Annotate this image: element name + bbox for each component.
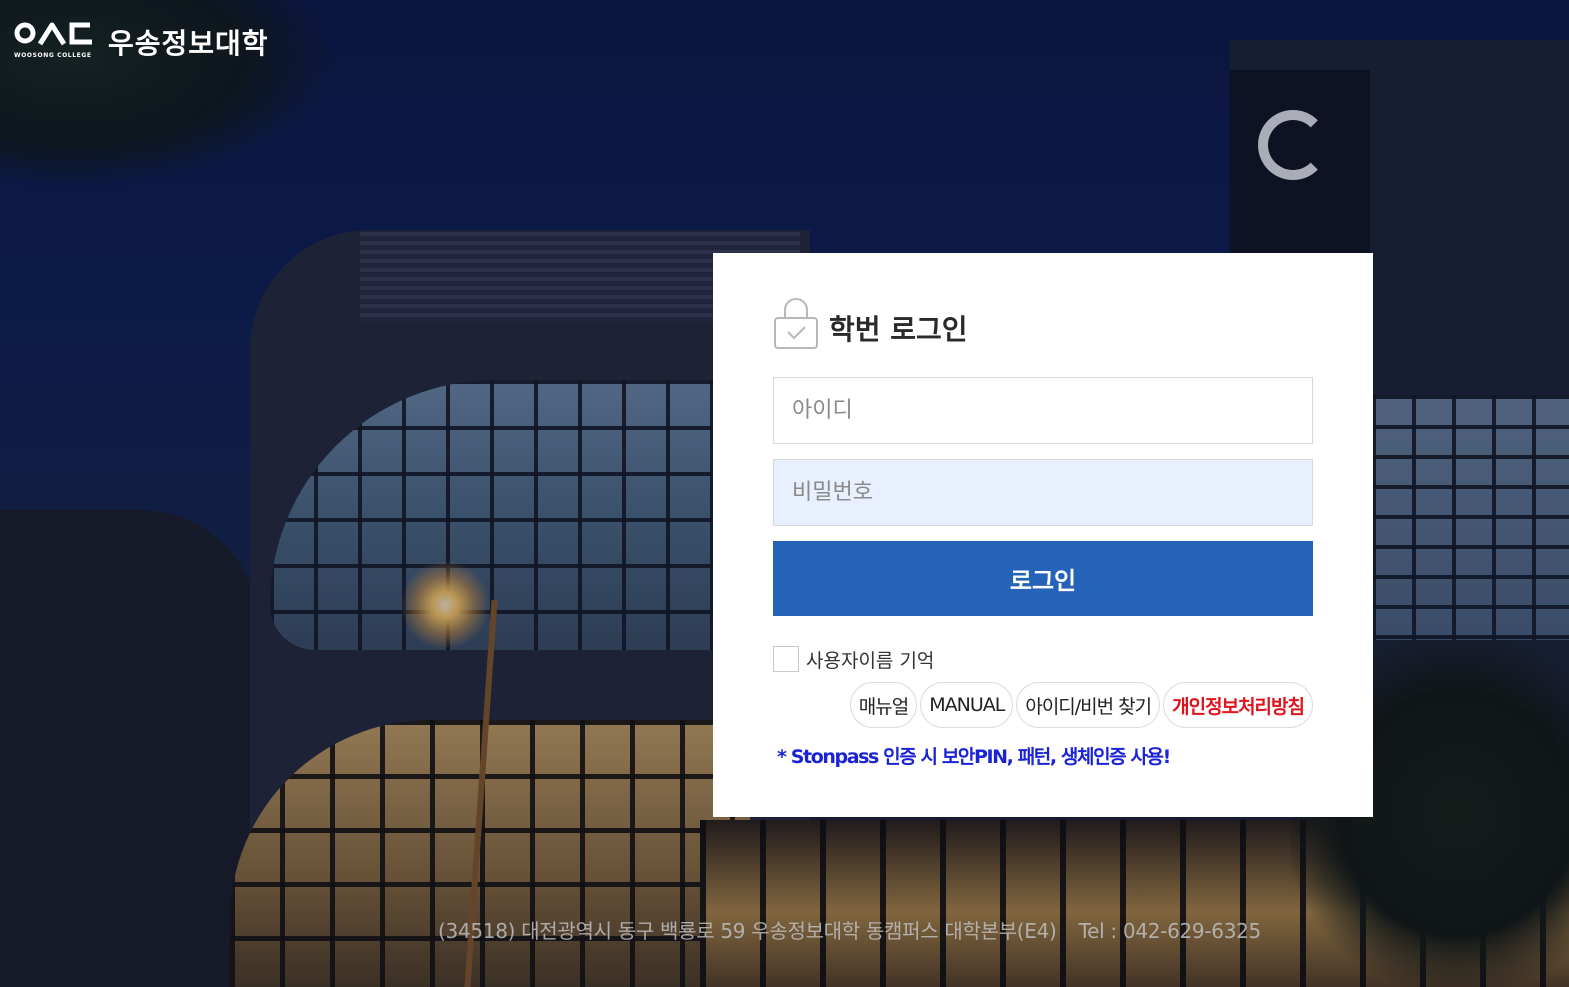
user-id-input[interactable] <box>773 377 1313 444</box>
remember-username-label[interactable]: 사용자이름 기억 <box>806 646 934 673</box>
college-name: 우송정보대학 <box>108 27 269 60</box>
manual-en-button[interactable]: MANUAL <box>920 682 1014 728</box>
login-title: 학번 로그인 <box>829 313 968 346</box>
manual-ko-button[interactable]: 매뉴얼 <box>849 682 918 728</box>
find-account-button[interactable]: 아이디/비번 찾기 <box>1016 682 1161 728</box>
password-input[interactable] <box>773 459 1313 526</box>
footer-tel: Tel : 042-629-6325 <box>1078 919 1262 943</box>
login-card: 학번 로그인 로그인 사용자이름 기억 매뉴얼 MANUAL 아이디/비번 찾기… <box>713 253 1373 817</box>
remember-username-row: 사용자이름 기억 <box>773 644 1313 674</box>
lock-check-icon <box>774 298 818 349</box>
footer-address: (34518) 대전광역시 동구 백룡로 59 우송정보대학 동캠퍼스 대학본부… <box>438 919 1057 943</box>
login-title-row: 학번 로그인 <box>773 295 1313 351</box>
login-button[interactable]: 로그인 <box>773 541 1313 616</box>
footer: (34518) 대전광역시 동구 백룡로 59 우송정보대학 동캠퍼스 대학본부… <box>0 915 1569 944</box>
logo-symbol-icon <box>14 22 92 46</box>
college-logo[interactable]: WOOSONG COLLEGE 우송정보대학 <box>14 20 269 62</box>
logo-mark: WOOSONG COLLEGE <box>14 20 94 59</box>
login-page: WOOSONG COLLEGE 우송정보대학 학번 로그인 로그인 사용자이름 … <box>0 0 1569 987</box>
stonpass-notice: * Stonpass 인증 시 보안PIN, 패턴, 생체인증 사용! <box>777 746 1171 768</box>
help-links: 매뉴얼 MANUAL 아이디/비번 찾기 개인정보처리방침 <box>773 682 1313 728</box>
remember-username-checkbox[interactable] <box>773 646 799 672</box>
privacy-policy-button[interactable]: 개인정보처리방침 <box>1163 682 1313 728</box>
logo-subtitle: WOOSONG COLLEGE <box>14 52 92 59</box>
